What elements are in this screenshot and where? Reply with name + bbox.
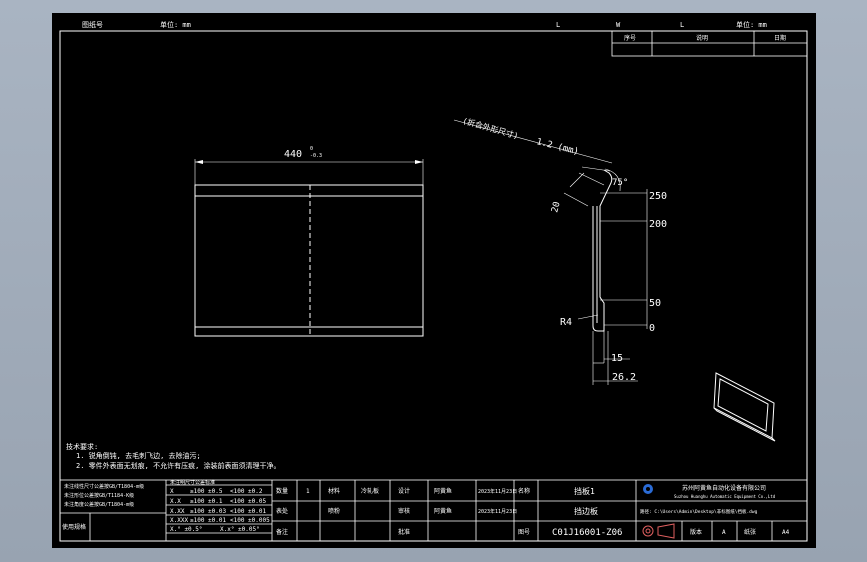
tol-cell: ≥100 ±0.1 (190, 498, 223, 505)
dim-h0: 0 (649, 323, 655, 334)
notes-title: 技术要求: (66, 442, 98, 451)
tb-r2-check: 审核 (398, 507, 410, 515)
file-path: 路径: C:\Users\Admin\Desktop\非标图纸\挡板.dwg (640, 508, 758, 515)
tb-size-label: 纸张 (744, 528, 756, 536)
dim-width-tol-top: 0 (310, 146, 313, 152)
tb-designer: 阿黄鱼 (434, 487, 452, 495)
unit-label: 单位: mm (160, 20, 191, 29)
tb-qty-label: 数量 (276, 487, 288, 495)
notes-line1: 1. 锐角倒钝, 去毛刺飞边, 去除油污; (76, 451, 201, 460)
rev-col-desc: 说明 (696, 34, 708, 42)
tol-row-left-2: 未注形位公差按GB/T1184-K级 (64, 492, 134, 499)
tol-cell: <100 ±0.01 (230, 508, 267, 515)
dim-width-tol-bottom: -0.3 (310, 153, 322, 159)
tol-row-left-1: 未注线性尺寸公差按GB/T1804-m级 (64, 483, 144, 490)
dim-26-2: 26.2 (612, 372, 636, 383)
tol-cell: X.X (170, 498, 181, 505)
tb-date1: 2023年11月23日 (478, 488, 517, 495)
tol-cell: <100 ±0.2 (230, 488, 263, 495)
field-t: L (680, 21, 684, 29)
tol-cell: X (170, 488, 174, 495)
tb-code-label: 图号 (518, 529, 530, 536)
company-cn: 苏州阿黄鱼自动化设备有限公司 (682, 484, 766, 492)
drawing-number: C01J16001-Z06 (552, 528, 622, 538)
tb-r2-date: 2023年11月23日 (478, 508, 517, 515)
dim-h200: 200 (649, 219, 667, 230)
tb-r3-approve: 批准 (398, 528, 410, 536)
dim-width: 440 (284, 149, 302, 160)
tb-ver: A (722, 529, 726, 536)
tb-qty: 1 (306, 488, 310, 495)
dim-h250: 250 (649, 191, 667, 202)
tb-ver-label: 版本 (690, 528, 702, 536)
tol-cell: ≥100 ±0.5 (190, 488, 223, 495)
tb-material-label: 材料 (328, 487, 340, 495)
tb-r2-label: 表处 (276, 507, 288, 515)
tb-r2-name: 挡边板 (574, 506, 598, 516)
company-logo-icon (643, 484, 653, 494)
drawing-sheet: 图纸号 单位: mm L W L 单位: mm 序号 说明 日期 440 0 -… (52, 13, 816, 548)
tol-cell: ≥100 ±0.01 (190, 517, 227, 524)
tol-cell: ≥100 ±0.03 (190, 508, 227, 515)
tb-name: 挡板1 (574, 486, 595, 496)
tb-material: 冷轧板 (361, 487, 379, 495)
rev-col-date: 日期 (774, 34, 786, 42)
tol-header: 未注明尺寸公差标准 (170, 479, 215, 486)
dim-h50: 50 (649, 298, 661, 309)
tb-size: A4 (782, 529, 790, 536)
tb-r3-label: 备注 (276, 528, 288, 536)
dim-15: 15 (611, 353, 623, 364)
tol-cell: X.XX (170, 508, 185, 515)
tb-r2-val: 喷粉 (328, 507, 340, 515)
tol-cell: X.XXX (170, 517, 188, 524)
tol-bottom-label: 使用规格 (62, 523, 86, 531)
notes-line2: 2. 零件外表面无划痕, 不允许有压痕, 涂装前表面须清理干净。 (76, 461, 281, 470)
field-l: L (556, 21, 560, 29)
tol-cell: <100 ±0.05 (230, 498, 267, 505)
tb-name-label: 名称 (518, 487, 530, 495)
tol-row-left-3: 未注角度公差按GB/T1804-m级 (64, 501, 134, 508)
dim-angle: 75° (612, 178, 628, 188)
company-en: Suzhou Huanghu Automatic Equipment Co.,L… (674, 494, 776, 499)
tol-cell: <100 ±0.005 (230, 517, 270, 524)
tb-r2-checker: 阿黄鱼 (434, 507, 452, 515)
scale-label: 单位: mm (736, 20, 767, 29)
tol-cell: X.° ±0.5° (170, 526, 203, 533)
dim-radius: R4 (560, 317, 572, 328)
drawer-label: 图纸号 (82, 20, 103, 29)
tb-design-label: 设计 (398, 487, 410, 495)
tol-cell: X.x° ±0.05° (220, 526, 260, 533)
rev-col-no: 序号 (624, 34, 636, 42)
